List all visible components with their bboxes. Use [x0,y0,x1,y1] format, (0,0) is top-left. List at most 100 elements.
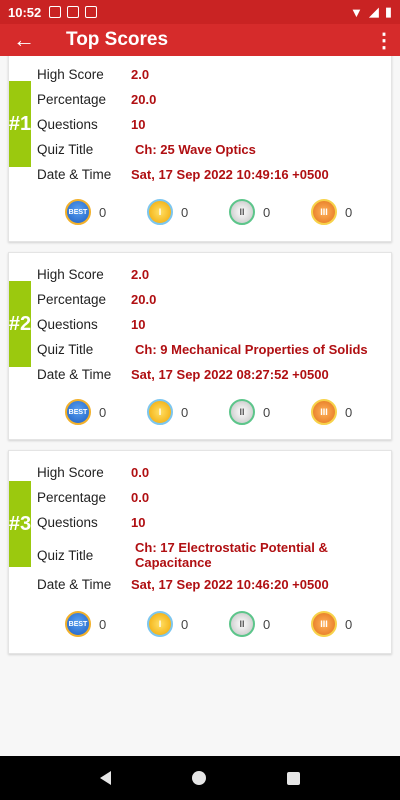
questions-value: 10 [131,117,146,132]
high-score-value: 0.0 [131,465,150,480]
bronze-medal: III 0 [311,399,352,425]
quiz-title-label: Quiz Title [37,547,94,563]
best-count: 0 [99,204,107,220]
best-medal: BEST 0 [65,199,106,225]
gold-trophy-icon: I [147,399,173,425]
notification-sd-icon [67,6,80,18]
date-time-label: Date & Time [37,167,112,182]
silver-medal: II 0 [229,611,270,637]
percentage-row: Percentage 20.0 [37,292,371,307]
quiz-title-row: Quiz Title Ch: 17 Electrostatic Potentia… [37,540,331,570]
nav-back-icon[interactable] [100,771,112,785]
date-time-label: Date & Time [37,577,112,592]
gold-count: 0 [181,404,189,420]
back-arrow-icon[interactable]: ← [0,27,48,53]
quiz-title-value: Ch: 25 Wave Optics [135,142,256,157]
best-count: 0 [99,616,107,632]
questions-label: Questions [37,317,98,332]
percentage-label: Percentage [37,490,107,505]
quiz-title-row: Quiz Title Ch: 9 Mechanical Properties o… [37,342,371,357]
percentage-value: 0.0 [131,490,150,505]
questions-value: 10 [131,317,146,332]
percentage-label: Percentage [37,292,107,307]
rank-badge: #3 [9,481,31,567]
scores-list[interactable]: #1 High Score 2.0 Percentage 20.0 Questi… [0,56,400,756]
status-time: 10:52 [8,4,42,20]
questions-row: Questions 10 [37,317,371,332]
date-time-row: Date & Time Sat, 17 Sep 2022 08:27:52 +0… [37,367,371,382]
bronze-count: 0 [345,616,353,632]
score-card: #3 High Score 0.0 Percentage 0.0 Questio… [8,450,392,654]
gold-count: 0 [181,616,189,632]
percentage-value: 20.0 [131,292,157,307]
quiz-title-row: Quiz Title Ch: 25 Wave Optics [37,142,371,157]
gold-medal: I 0 [147,399,188,425]
silver-count: 0 [263,616,271,632]
bronze-medal: III 0 [311,611,352,637]
best-medal: BEST 0 [65,399,106,425]
best-badge-icon: BEST [65,399,91,425]
best-count: 0 [99,404,107,420]
silver-count: 0 [263,204,271,220]
questions-row: Questions 10 [37,117,371,132]
quiz-title-value: Ch: 9 Mechanical Properties of Solids [135,342,368,357]
questions-value: 10 [131,515,146,530]
bronze-medal: III 0 [311,199,352,225]
notification-android-icon [85,6,98,18]
percentage-row: Percentage 0.0 [37,490,371,505]
more-options-icon[interactable]: ⋮ [368,28,400,53]
questions-label: Questions [37,515,98,530]
page-title: Top Scores [66,29,169,50]
rank-badge: #2 [9,281,31,367]
silver-medal: II 0 [229,199,270,225]
wifi-icon: ▼ [349,4,363,20]
nav-home-icon[interactable] [191,771,206,785]
percentage-value: 20.0 [131,92,157,107]
system-nav-bar [0,756,400,800]
battery-icon: ▮ [384,4,392,19]
quiz-title-label: Quiz Title [37,342,94,357]
high-score-row: High Score 0.0 [37,465,371,480]
notification-icons [49,6,98,18]
high-score-value: 2.0 [131,267,150,282]
rank-badge: #1 [9,81,31,167]
medal-row: BEST 0 I 0 II 0 III 0 [9,199,393,227]
gold-medal: I 0 [147,611,188,637]
date-time-row: Date & Time Sat, 17 Sep 2022 10:46:20 +0… [37,577,371,592]
gold-trophy-icon: I [147,199,173,225]
silver-trophy-icon: II [229,199,255,225]
medal-row: BEST 0 I 0 II 0 III 0 [9,611,393,639]
system-icons: ▼ ◢ ▮ [350,4,392,20]
nav-recents-icon[interactable] [286,771,300,785]
bronze-trophy-icon: III [311,199,337,225]
status-bar: 10:52 ▼ ◢ ▮ [0,0,400,24]
high-score-row: High Score 2.0 [37,267,371,282]
gold-trophy-icon: I [147,611,173,637]
bronze-trophy-icon: III [311,399,337,425]
silver-count: 0 [263,404,271,420]
percentage-row: Percentage 20.0 [37,92,371,107]
gold-medal: I 0 [147,199,188,225]
score-card: #2 High Score 2.0 Percentage 20.0 Questi… [8,252,392,440]
notification-a-icon [49,6,62,18]
bronze-count: 0 [345,204,353,220]
bronze-trophy-icon: III [311,611,337,637]
questions-label: Questions [37,117,98,132]
high-score-value: 2.0 [131,67,150,82]
high-score-label: High Score [37,267,104,282]
signal-icon: ◢ [368,4,379,19]
date-time-row: Date & Time Sat, 17 Sep 2022 10:49:16 +0… [37,167,371,182]
medal-row: BEST 0 I 0 II 0 III 0 [9,399,393,427]
silver-medal: II 0 [229,399,270,425]
gold-count: 0 [181,204,189,220]
best-badge-icon: BEST [65,199,91,225]
date-time-value: Sat, 17 Sep 2022 10:46:20 +0500 [131,577,329,592]
score-card: #1 High Score 2.0 Percentage 20.0 Questi… [8,56,392,242]
questions-row: Questions 10 [37,515,371,530]
high-score-label: High Score [37,465,104,480]
best-badge-icon: BEST [65,611,91,637]
best-medal: BEST 0 [65,611,106,637]
high-score-row: High Score 2.0 [37,67,371,82]
date-time-value: Sat, 17 Sep 2022 08:27:52 +0500 [131,367,329,382]
app-bar: ← Top Scores ⋮ [0,24,400,56]
